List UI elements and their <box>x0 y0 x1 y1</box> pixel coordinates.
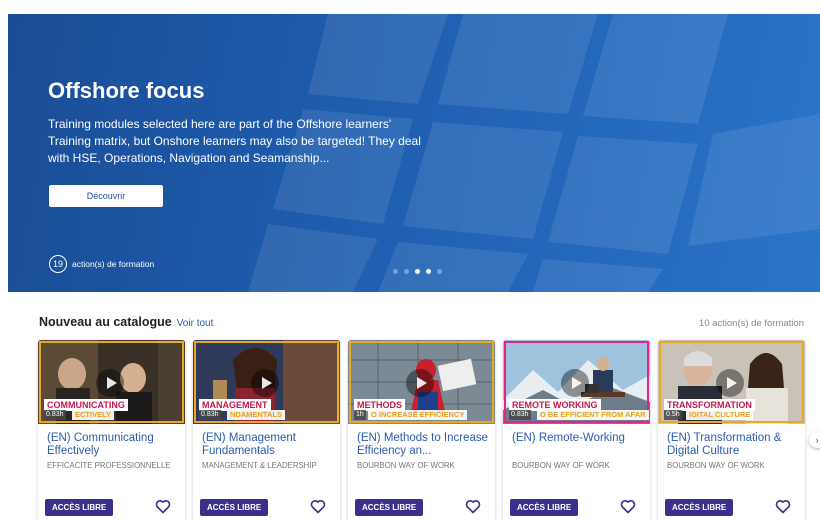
play-icon[interactable] <box>406 369 434 397</box>
course-duration: 0.5h <box>664 410 682 420</box>
hero-training-count: 19 action(s) de formation <box>49 255 154 273</box>
course-duration: 1h <box>354 410 366 420</box>
heart-outline-icon[interactable] <box>775 499 791 514</box>
free-access-button[interactable]: ACCÈS LIBRE <box>45 499 114 516</box>
course-duration: 0.83h <box>44 410 66 420</box>
course-duration: 0.83h <box>199 410 221 420</box>
course-category: BOURBON WAY OF WORK <box>357 461 455 470</box>
course-thumbnail[interactable]: METHODS O INCREASE EFFICIENCY 1h <box>348 340 495 424</box>
hero-title: Offshore focus <box>48 78 205 103</box>
heart-outline-icon[interactable] <box>310 499 326 514</box>
carousel-dot[interactable] <box>426 269 431 274</box>
course-category: BOURBON WAY OF WORK <box>667 461 765 470</box>
course-tag-subtitle: ECTIVELY <box>72 410 114 420</box>
free-access-button[interactable]: ACCÈS LIBRE <box>200 499 269 516</box>
course-thumbnail[interactable]: MANAGEMENT NDAMENTALS 0.83h <box>193 340 340 424</box>
carousel-dot[interactable] <box>404 269 409 274</box>
carousel-dot[interactable] <box>437 269 442 274</box>
course-title[interactable]: (EN) Management Fundamentals <box>202 432 334 457</box>
catalogue-count: 10 action(s) de formation <box>698 318 804 329</box>
discover-button[interactable]: Découvrir <box>49 185 163 207</box>
course-tag-subtitle: O BE EFFICIENT FROM AFAR <box>537 410 649 420</box>
free-access-button[interactable]: ACCÈS LIBRE <box>510 499 579 516</box>
carousel-dots <box>393 269 442 274</box>
course-thumbnail[interactable]: TRANSFORMATION IGITAL CULTURE 0.5h <box>658 340 805 424</box>
course-thumbnail[interactable]: REMOTE WORKING O BE EFFICIENT FROM AFAR … <box>503 340 650 424</box>
view-all-link[interactable]: Voir tout <box>177 318 214 329</box>
play-icon[interactable] <box>561 369 589 397</box>
course-tag-subtitle: O INCREASE EFFICIENCY <box>368 410 468 420</box>
play-icon[interactable] <box>716 369 744 397</box>
course-category: BOURBON WAY OF WORK <box>512 461 610 470</box>
course-title[interactable]: (EN) Remote-Working <box>512 432 644 445</box>
course-tag-subtitle: NDAMENTALS <box>227 410 285 420</box>
carousel-dot[interactable] <box>415 269 420 274</box>
chevron-right-icon[interactable]: › <box>809 432 820 448</box>
course-card[interactable]: METHODS O INCREASE EFFICIENCY 1h (EN) Me… <box>348 340 495 520</box>
catalogue-title: Nouveau au catalogue <box>39 315 172 329</box>
course-card[interactable]: REMOTE WORKING O BE EFFICIENT FROM AFAR … <box>503 340 650 520</box>
heart-outline-icon[interactable] <box>620 499 636 514</box>
play-icon[interactable] <box>96 369 124 397</box>
course-card[interactable]: COMMUNICATING ECTIVELY 0.83h (EN) Commun… <box>38 340 185 520</box>
hero-banner: Offshore focus Training modules selected… <box>8 14 820 292</box>
catalogue-cards: COMMUNICATING ECTIVELY 0.83h (EN) Commun… <box>38 340 805 520</box>
heart-outline-icon[interactable] <box>465 499 481 514</box>
course-card[interactable]: TRANSFORMATION IGITAL CULTURE 0.5h (EN) … <box>658 340 805 520</box>
course-title[interactable]: (EN) Methods to Increase Efficiency an..… <box>357 432 489 457</box>
play-icon[interactable] <box>251 369 279 397</box>
course-title[interactable]: (EN) Communicating Effectively <box>47 432 179 457</box>
catalogue-header: Nouveau au catalogue Voir tout <box>39 315 213 329</box>
free-access-button[interactable]: ACCÈS LIBRE <box>355 499 424 516</box>
free-access-button[interactable]: ACCÈS LIBRE <box>665 499 734 516</box>
hero-count-badge: 19 <box>49 255 67 273</box>
course-title[interactable]: (EN) Transformation & Digital Culture <box>667 432 799 457</box>
course-duration: 0.83h <box>509 410 531 420</box>
course-tag-subtitle: IGITAL CULTURE <box>686 410 754 420</box>
course-category: MANAGEMENT & LEADERSHIP <box>202 461 317 470</box>
course-category: EFFICACITE PROFESSIONNELLE <box>47 461 171 470</box>
hero-count-label: action(s) de formation <box>72 259 155 269</box>
course-thumbnail[interactable]: COMMUNICATING ECTIVELY 0.83h <box>38 340 185 424</box>
heart-outline-icon[interactable] <box>155 499 171 514</box>
course-card[interactable]: MANAGEMENT NDAMENTALS 0.83h (EN) Managem… <box>193 340 340 520</box>
carousel-dot[interactable] <box>393 269 398 274</box>
hero-description: Training modules selected here are part … <box>48 117 421 165</box>
